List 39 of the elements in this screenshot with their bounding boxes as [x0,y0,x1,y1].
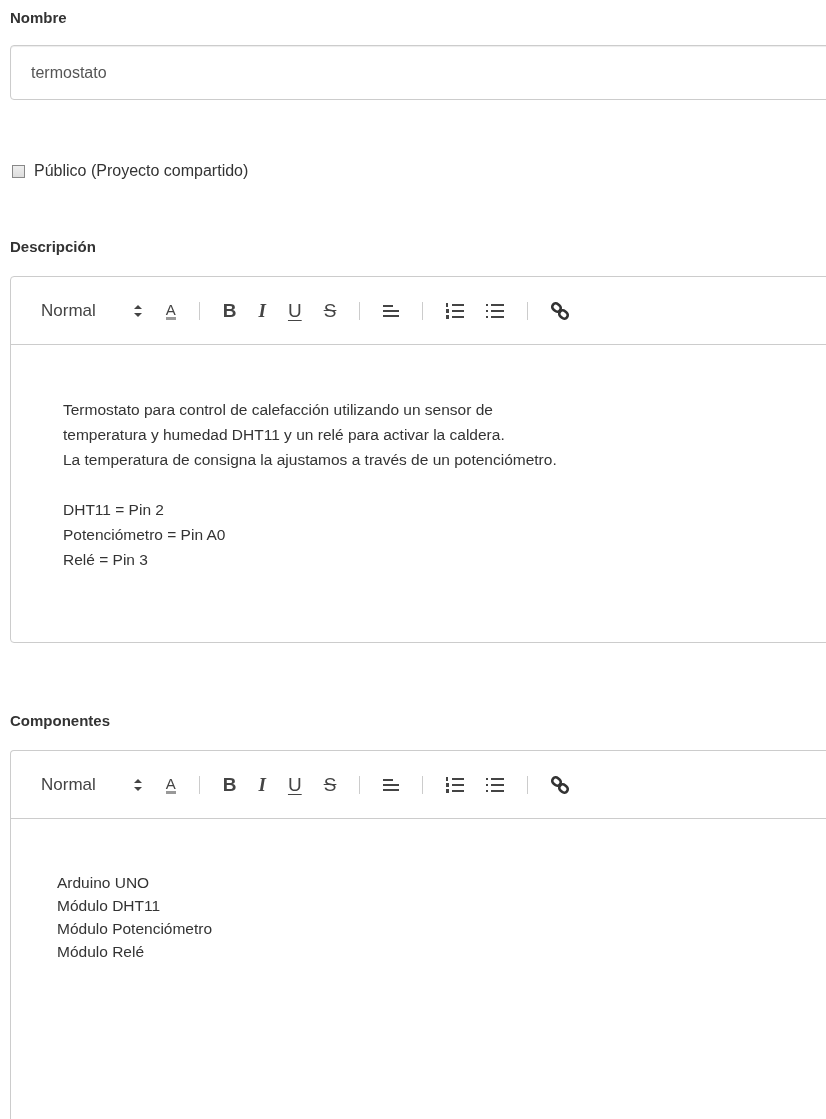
link-icon[interactable] [550,774,571,795]
editor-text-line: DHT11 = Pin 2 [63,500,164,520]
editor-text-line: Módulo Relé [57,942,145,962]
checkbox-label: Público (Proyecto compartido) [34,162,249,180]
up-down-arrow-icon [133,777,142,792]
bullet-list-icon[interactable] [485,301,506,320]
align-left-icon[interactable] [382,776,401,793]
up-down-arrow-icon [133,303,142,318]
strikethrough-button[interactable]: S [323,299,337,322]
italic-button[interactable]: I [258,299,266,322]
underline-button[interactable]: U [287,773,302,796]
align-left-icon[interactable] [382,302,401,319]
checkbox[interactable] [12,164,25,178]
format-dropdown[interactable]: Normal [41,300,142,321]
italic-button[interactable]: I [258,773,266,796]
editor-text-line: Termostato para control de calefacción utilizando un sensor de [63,400,493,420]
format-dropdown[interactable]: Normal [41,774,142,795]
field-label: Nombre [10,9,67,26]
rich-text-editor[interactable]: Normal A B I U S Arduino UNO Módulo DHT11 Módulo Potenciómetro Módulo Relé [10,750,826,1119]
bold-button[interactable]: B [222,299,237,322]
strikethrough-button[interactable]: S [323,773,337,796]
editor-text-line: Potenciómetro = Pin A0 [63,525,226,545]
field-label: Componentes [10,712,110,729]
link-icon[interactable] [550,300,571,321]
bold-button[interactable]: B [222,773,237,796]
editor-text-line: Módulo Potenciómetro [57,919,213,939]
underline-button[interactable]: U [287,299,302,322]
editor-text-line: Arduino UNO [57,873,150,893]
name-field[interactable]: termostato [10,45,826,100]
numbered-list-icon[interactable] [445,775,466,794]
bullet-list-icon[interactable] [485,775,506,794]
editor-text-line: temperatura y humedad DHT11 y un relé para activar la caldera. [63,425,505,445]
editor-text-line: Relé = Pin 3 [63,550,148,570]
editor-text-line: La temperatura de consigna la ajustamos a través de un potenciómetro. [63,450,557,470]
numbered-list-icon[interactable] [445,301,466,320]
editor-text-line: Módulo DHT11 [57,896,161,916]
field-label: Descripción [10,238,96,255]
text-color-button[interactable]: A [165,301,176,320]
text-color-button[interactable]: A [165,775,176,794]
